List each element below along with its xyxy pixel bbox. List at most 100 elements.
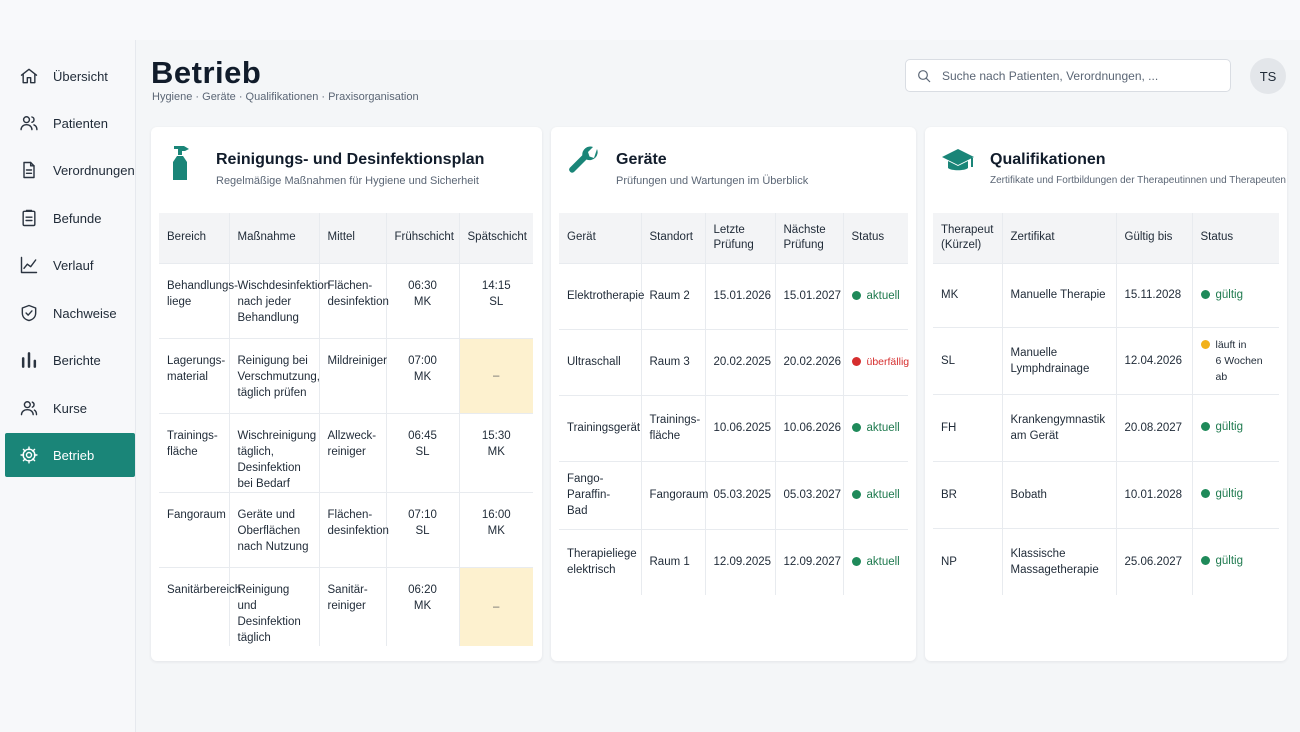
last-check-cell: 15.01.2026 bbox=[704, 262, 775, 329]
status-label: gültig bbox=[1215, 288, 1244, 301]
certificate-cell: Manuelle Therapie bbox=[1001, 262, 1116, 327]
status-dot bbox=[851, 422, 861, 432]
table-row: BR Bobath 10.01.2028 gültig bbox=[933, 460, 1279, 528]
column-header: Frühschicht bbox=[385, 213, 459, 263]
avatar[interactable]: TS bbox=[1250, 58, 1286, 94]
column-header: Maßnahme bbox=[228, 213, 319, 263]
sidebar-item-kurse[interactable]: Kurse bbox=[5, 386, 135, 430]
column-header: Letzte Prüfung bbox=[704, 213, 775, 263]
qualifications-card: Qualifikationen Zertifikate und Fortbild… bbox=[925, 127, 1287, 661]
column-header: Therapeut (Kürzel) bbox=[933, 213, 1002, 263]
table-row: MK Manuelle Therapie 15.11.2028 gültig bbox=[933, 262, 1279, 327]
status-label: gültig bbox=[1215, 488, 1244, 500]
search-input[interactable] bbox=[942, 68, 1212, 83]
sidebar-item-betrieb[interactable]: Betrieb bbox=[5, 433, 135, 477]
status-label: läuft in 6 Wochen ab bbox=[1215, 338, 1263, 383]
chart-line-icon bbox=[18, 254, 40, 276]
area-cell: Fangoraum bbox=[159, 491, 229, 567]
device-cell: Therapieliege elektrisch bbox=[559, 528, 641, 595]
sidebar-item-nachweise[interactable]: Nachweise bbox=[5, 291, 135, 335]
users-icon bbox=[18, 112, 40, 134]
last-check-cell: 20.02.2025 bbox=[704, 328, 775, 395]
devices-card: Geräte Prüfungen und Wartungen im Überbl… bbox=[551, 127, 916, 661]
sidebar-item-verlauf[interactable]: Verlauf bbox=[5, 243, 135, 287]
agent-cell: Flächen- desinfektion bbox=[318, 262, 389, 338]
card-title: Reinigungs- und Desinfektionsplan bbox=[216, 151, 485, 168]
qualifications-table: Therapeut (Kürzel) Zertifikat Gültig bis… bbox=[933, 213, 1279, 595]
sidebar-item-berichte[interactable]: Berichte bbox=[5, 338, 135, 382]
status-cell: gültig bbox=[1191, 262, 1279, 327]
measure-cell: Reinigung bei Verschmutzung, täglich prü… bbox=[228, 337, 320, 413]
column-header: Gerät bbox=[559, 213, 641, 263]
late-shift-cell: 16:00 MK bbox=[458, 491, 533, 567]
measure-cell: Wischdesinfektion nach jeder Behandlung bbox=[228, 262, 330, 338]
late-shift-cell: 14:15 SL bbox=[458, 262, 533, 338]
agent-cell: Flächen- desinfektion bbox=[318, 491, 389, 567]
spray-bottle-icon bbox=[168, 144, 194, 182]
status-cell: gültig bbox=[1191, 393, 1279, 461]
page-title: Betrieb bbox=[151, 55, 262, 90]
area-cell: Trainings- fläche bbox=[159, 412, 229, 492]
table-row: Fangoraum Geräte und Oberflächen nach Nu… bbox=[159, 491, 533, 567]
therapist-cell: SL bbox=[933, 326, 1002, 394]
valid-until-cell: 15.11.2028 bbox=[1115, 262, 1192, 327]
early-shift-cell: 06:45 SL bbox=[385, 412, 459, 492]
shield-check-icon bbox=[18, 302, 40, 324]
gear-icon bbox=[18, 444, 40, 466]
column-header: Standort bbox=[640, 213, 705, 263]
sidebar-item-patienten[interactable]: Patienten bbox=[5, 101, 135, 145]
column-header: Status bbox=[1191, 213, 1279, 263]
status-badge: aktuell bbox=[851, 288, 900, 304]
sidebar-item-uebersicht[interactable]: Übersicht bbox=[5, 54, 135, 98]
devices-table: Gerät Standort Letzte Prüfung Nächste Pr… bbox=[559, 213, 910, 595]
therapist-cell: FH bbox=[933, 393, 1002, 461]
graduation-cap-icon bbox=[941, 147, 975, 175]
early-shift-cell: 07:10 SL bbox=[385, 491, 459, 567]
agent-cell: Allzweck- reiniger bbox=[318, 412, 386, 492]
card-title: Qualifikationen bbox=[990, 151, 1106, 168]
cleaning-plan-card: Reinigungs- und Desinfektionsplan Regelm… bbox=[151, 127, 542, 661]
status-badge: aktuell bbox=[851, 554, 900, 570]
status-badge: gültig bbox=[1200, 419, 1243, 435]
sidebar-item-verordnungen[interactable]: Verordnungen bbox=[5, 148, 135, 192]
area-cell: Lagerungs- material bbox=[159, 337, 229, 413]
late-shift-cell-empty: – bbox=[458, 337, 533, 413]
valid-until-cell: 20.08.2027 bbox=[1115, 393, 1192, 461]
valid-until-cell: 25.06.2027 bbox=[1115, 527, 1192, 595]
page-subtitle: Hygiene · Geräte · Qualifikationen · Pra… bbox=[152, 91, 419, 103]
column-header: Status bbox=[842, 213, 908, 263]
status-cell: aktuell bbox=[842, 460, 908, 529]
status-label: aktuell bbox=[866, 289, 900, 302]
table-row: NP Klassische Massagetherapie 25.06.2027… bbox=[933, 527, 1279, 595]
table-row: Trainingsgerät Trainings- fläche 10.06.2… bbox=[559, 394, 908, 461]
sidebar-item-label: Befunde bbox=[53, 210, 102, 226]
location-cell: Fangoraum bbox=[640, 460, 708, 529]
column-header: Zertifikat bbox=[1001, 213, 1116, 263]
table-row: Elektrotherapie Raum 2 15.01.2026 15.01.… bbox=[559, 262, 908, 329]
wrench-icon bbox=[567, 145, 601, 179]
column-header: Bereich bbox=[159, 213, 229, 263]
status-label: überfällig bbox=[866, 355, 910, 368]
status-cell: läuft in 6 Wochen ab bbox=[1191, 326, 1279, 394]
status-dot bbox=[1200, 339, 1210, 349]
status-label: aktuell bbox=[866, 555, 900, 568]
table-row: Sanitärbereich Reinigung und Desinfektio… bbox=[159, 566, 533, 646]
sidebar-item-befunde[interactable]: Befunde bbox=[5, 196, 135, 240]
status-dot bbox=[851, 356, 861, 366]
column-header: Nächste Prüfung bbox=[774, 213, 843, 263]
status-dot bbox=[851, 489, 861, 499]
sidebar-item-label: Patienten bbox=[53, 115, 108, 131]
card-subtitle: Prüfungen und Wartungen im Überblick bbox=[616, 175, 809, 187]
status-dot bbox=[1200, 422, 1210, 431]
sidebar-item-label: Verlauf bbox=[53, 257, 94, 273]
search-bar[interactable] bbox=[905, 59, 1231, 92]
measure-cell: Wischreinigung täglich, Desinfektion bei… bbox=[228, 412, 319, 492]
table-row: Therapieliege elektrisch Raum 1 12.09.20… bbox=[559, 528, 908, 595]
table-row: Fango-Paraffin- Bad Fangoraum 05.03.2025… bbox=[559, 460, 908, 529]
table-row: Lagerungs- material Reinigung bei Versch… bbox=[159, 337, 533, 413]
therapist-cell: MK bbox=[933, 262, 1002, 327]
clipboard-icon bbox=[18, 207, 40, 229]
device-cell: Elektrotherapie bbox=[559, 262, 644, 329]
last-check-cell: 10.06.2025 bbox=[704, 394, 775, 461]
status-dot bbox=[1200, 556, 1210, 566]
